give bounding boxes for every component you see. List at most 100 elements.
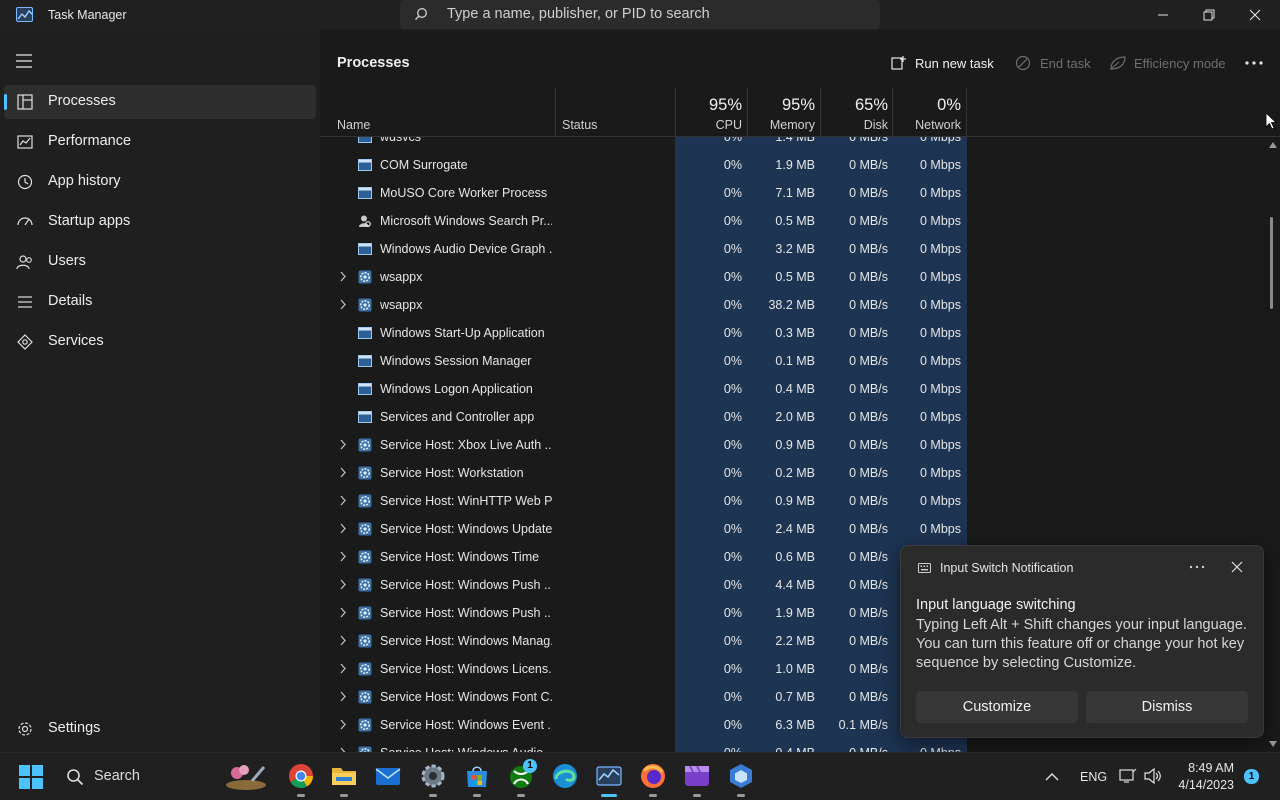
column-divider[interactable] [675,88,676,137]
minimize-button[interactable] [1140,0,1186,30]
process-row[interactable]: Windows Audio Device Graph ... 0% 3.2 MB 0 … [320,235,1266,263]
edge-icon[interactable] [552,763,578,789]
xbox-icon[interactable]: 1 [508,759,537,797]
scroll-up-arrow-icon[interactable] [1268,141,1278,149]
network-icon[interactable] [1119,768,1137,784]
process-row[interactable]: Windows Session Manager 0% 0.1 MB 0 MB/s 0 M… [320,347,1266,375]
column-header-network[interactable]: Network [892,118,961,132]
cpu-cell: 0% [723,606,742,620]
vertical-scrollbar[interactable] [1266,137,1280,752]
restore-button[interactable] [1186,0,1232,30]
sidebar-item-details[interactable]: Details [4,285,316,319]
column-divider[interactable] [747,88,748,137]
disk-cell: 0 MB/s [849,242,888,256]
process-row[interactable]: Microsoft Windows Search Pr... 0% 0.5 MB 0 … [320,207,1266,235]
process-row[interactable]: MoUSO Core Worker Process 0% 7.1 MB 0 MB/s 0… [320,179,1266,207]
column-header-cpu[interactable]: CPU [675,118,742,132]
sidebar-item-settings[interactable]: Settings [4,712,316,746]
chevron-right-icon[interactable] [339,691,347,702]
window-app-icon [358,159,372,171]
process-row[interactable]: Service Host: Xbox Live Auth ... 0% 0.9 MB… [320,431,1266,459]
cpu-cell: 0% [723,137,742,144]
file-explorer-icon[interactable] [331,763,357,797]
search-input[interactable]: Type a name, publisher, or PID to search [400,0,880,29]
notification-center-badge[interactable]: 1 [1244,769,1259,784]
app-icon[interactable] [728,763,754,797]
chevron-right-icon[interactable] [339,467,347,478]
sidebar-item-users[interactable]: Users [4,245,316,279]
chevron-right-icon[interactable] [339,663,347,674]
sidebar-item-label: Services [48,333,104,349]
more-options-button[interactable] [1244,54,1264,70]
chevron-right-icon[interactable] [339,523,347,534]
process-row[interactable]: Services and Controller app 0% 2.0 MB 0 MB/… [320,403,1266,431]
column-header-memory[interactable]: Memory [748,118,815,132]
process-row[interactable]: wusvcs 0% 1.4 MB 0 MB/s 0 Mbps [320,137,1266,151]
process-name: Microsoft Windows Search Pr... [380,214,552,228]
volume-icon[interactable] [1144,768,1162,784]
store-icon[interactable] [464,763,490,797]
chevron-right-icon[interactable] [339,635,347,646]
column-header-status[interactable]: Status [562,118,597,132]
chevron-right-icon[interactable] [339,551,347,562]
process-row[interactable]: Windows Start-Up Application 0% 0.3 MB 0 MB… [320,319,1266,347]
process-row[interactable]: wsappx 0% 38.2 MB 0 MB/s 0 Mbps [320,291,1266,319]
process-row[interactable]: wsappx 0% 0.5 MB 0 MB/s 0 Mbps [320,263,1266,291]
clipchamp-icon[interactable] [684,763,710,797]
sidebar-item-startup-apps[interactable]: Startup apps [4,205,316,239]
sidebar-item-processes[interactable]: Processes [4,85,316,119]
firefox-icon[interactable] [640,763,666,797]
disk-cell: 0 MB/s [849,522,888,536]
column-divider[interactable] [820,88,821,137]
process-row[interactable]: Windows Logon Application 0% 0.4 MB 0 MB/s 0… [320,375,1266,403]
process-row[interactable]: Service Host: Workstation 0% 0.2 MB 0 MB/s 0… [320,459,1266,487]
process-row[interactable]: Service Host: WinHTTP Web P... 0% 0.9 MB 0 … [320,487,1266,515]
process-row[interactable]: Service Host: Windows Update 0% 2.4 MB 0 MB… [320,515,1266,543]
task-manager-app-icon [16,7,33,22]
language-indicator[interactable]: ENG [1080,770,1107,784]
chevron-right-icon[interactable] [339,607,347,618]
task-manager-icon[interactable] [596,763,622,797]
hamburger-menu-icon[interactable] [16,54,34,68]
chrome-icon[interactable] [288,763,314,797]
process-row[interactable]: Service Host: Windows Audio0%0.4 MB0 MB/… [320,739,1266,752]
scroll-thumb[interactable] [1270,217,1273,309]
efficiency-mode-button[interactable]: Efficiency mode [1109,54,1239,74]
taskbar-search[interactable]: Search [66,767,166,787]
column-header-name[interactable]: Name [337,118,370,132]
notification-more-button[interactable] [1187,557,1207,577]
network-cell: 0 Mbps [920,438,961,452]
run-new-task-button[interactable]: Run new task [891,54,994,74]
service-gear-icon [358,690,372,704]
chevron-up-icon[interactable] [1045,772,1059,781]
sidebar-item-performance[interactable]: Performance [4,125,316,159]
clock-date[interactable]: 4/14/2023 [1168,778,1234,792]
notification-close-button[interactable] [1228,558,1246,576]
end-task-label: End task [1040,56,1091,71]
chevron-right-icon[interactable] [339,579,347,590]
close-button[interactable] [1232,0,1278,30]
sidebar-item-services[interactable]: Services [4,325,316,359]
chevron-right-icon[interactable] [339,719,347,730]
customize-button[interactable]: Customize [916,691,1078,723]
settings-gear-icon[interactable] [420,763,446,797]
input-switch-notification[interactable]: Input Switch Notification Input language… [900,545,1264,738]
sidebar-item-app-history[interactable]: App history [4,165,316,199]
column-divider[interactable] [966,88,967,137]
column-divider[interactable] [892,88,893,137]
memory-cell: 38.2 MB [768,298,815,312]
chevron-right-icon[interactable] [339,495,347,506]
process-row[interactable]: COM Surrogate 0% 1.9 MB 0 MB/s 0 Mbps [320,151,1266,179]
mail-icon[interactable] [375,763,401,789]
clock-time[interactable]: 8:49 AM [1174,761,1234,775]
chevron-right-icon[interactable] [339,439,347,450]
end-task-button[interactable]: End task [1015,54,1091,74]
chevron-right-icon[interactable] [339,271,347,282]
column-header-disk[interactable]: Disk [820,118,888,132]
dismiss-button[interactable]: Dismiss [1086,691,1248,723]
column-divider[interactable] [555,88,556,137]
start-button[interactable] [19,765,45,791]
scroll-down-arrow-icon[interactable] [1268,740,1278,748]
chevron-right-icon[interactable] [339,299,347,310]
widget-icon[interactable] [222,761,270,790]
